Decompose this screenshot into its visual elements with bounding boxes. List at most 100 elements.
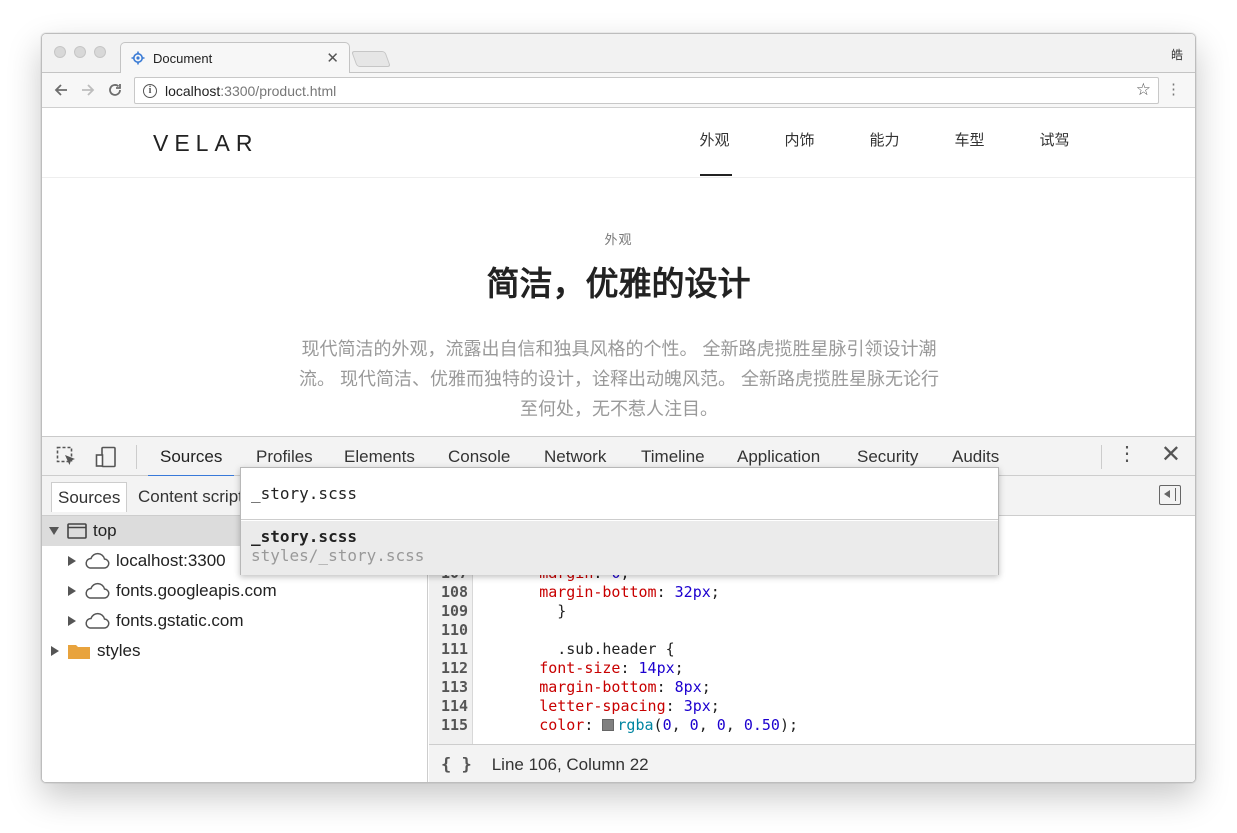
- nav-item-interior[interactable]: 内饰: [757, 108, 842, 176]
- code-line: 113 margin-bottom: 8px;: [429, 678, 1195, 697]
- page-viewport: VELAR 外观 内饰 能力 车型 试驾 外观 简洁，优雅的设计 现代简洁的外观…: [42, 108, 1195, 436]
- code-text: }: [485, 602, 567, 620]
- toolbar-separator: [1101, 445, 1102, 469]
- tab-strip: Document ✕ 皓: [42, 34, 1195, 73]
- tab-close-icon[interactable]: ✕: [326, 51, 339, 66]
- css-number: 0: [662, 716, 672, 734]
- zoom-window-button[interactable]: [94, 46, 106, 58]
- back-arrow-icon[interactable]: [51, 80, 71, 100]
- css-property: letter-spacing: [539, 697, 666, 715]
- result-title: _story.scss: [251, 527, 357, 546]
- code-line: 108 margin-bottom: 32px;: [429, 583, 1195, 602]
- url-path: :3300/product.html: [220, 82, 337, 99]
- code-line: 110: [429, 621, 1195, 640]
- line-number: 113: [441, 678, 469, 696]
- tree-item-fonts-gstatic[interactable]: fonts.gstatic.com: [42, 606, 427, 636]
- line-number: 110: [441, 621, 469, 639]
- inspect-element-icon[interactable]: [56, 446, 78, 468]
- collapsed-triangle-icon[interactable]: [68, 556, 76, 566]
- devtools-close-icon[interactable]: ✕: [1161, 443, 1181, 467]
- toolbar-separator: [136, 445, 137, 469]
- profile-name[interactable]: 皓: [1171, 46, 1183, 63]
- browser-window: Document ✕ 皓 i localhost :3300/product.h…: [41, 33, 1196, 783]
- navigator-tab-content-scripts[interactable]: Content scripts: [132, 482, 257, 512]
- quick-open-input[interactable]: _story.scss: [241, 468, 998, 520]
- cloud-icon: [84, 582, 110, 600]
- code-line: 111 .sub.header {: [429, 640, 1195, 659]
- forward-arrow-icon[interactable]: [78, 80, 98, 100]
- section-eyebrow: 外观: [604, 232, 633, 247]
- css-value: 3px: [683, 697, 711, 715]
- editor-status-bar: { } Line 106, Column 22: [429, 744, 1195, 782]
- quick-open-dialog: _story.scss _story.scss styles/_story.sc…: [240, 467, 999, 575]
- tree-item-label: localhost:3300: [116, 551, 226, 570]
- cloud-icon: [84, 552, 110, 570]
- tree-item-label: top: [93, 521, 117, 540]
- frame-icon: [67, 523, 87, 539]
- pretty-print-button[interactable]: { }: [441, 755, 472, 775]
- css-number: 0: [716, 716, 726, 734]
- gear-favicon-icon: [131, 51, 145, 65]
- code-line: 115 color: rgba(0, 0, 0, 0.50);: [429, 716, 1195, 735]
- nav-item-test-drive[interactable]: 试驾: [1012, 108, 1097, 176]
- collapsed-triangle-icon[interactable]: [51, 646, 59, 656]
- tree-item-label: fonts.googleapis.com: [116, 581, 277, 600]
- css-number: 0.50: [743, 716, 780, 734]
- new-tab-button[interactable]: [351, 51, 391, 67]
- tree-item-fonts-googleapis[interactable]: fonts.googleapis.com: [42, 576, 427, 606]
- collapsed-triangle-icon[interactable]: [68, 616, 76, 626]
- quick-open-result[interactable]: _story.scss styles/_story.scss: [241, 521, 998, 575]
- expanded-triangle-icon[interactable]: [49, 527, 59, 535]
- code-text: margin-bottom: 32px;: [539, 583, 720, 601]
- line-number: 112: [441, 659, 469, 677]
- css-property: margin-bottom: [539, 583, 657, 601]
- devtools-menu-icon[interactable]: ⋮: [1117, 444, 1137, 464]
- line-number: 114: [441, 697, 469, 715]
- code-line: 112 font-size: 14px;: [429, 659, 1195, 678]
- cursor-position: Line 106, Column 22: [491, 754, 649, 774]
- nav-item-models[interactable]: 车型: [927, 108, 1012, 176]
- site-logo[interactable]: VELAR: [153, 130, 258, 157]
- bookmark-star-icon[interactable]: ☆: [1136, 80, 1151, 100]
- code-text: font-size: 14px;: [539, 659, 684, 677]
- collapsed-triangle-icon[interactable]: [68, 586, 76, 596]
- url-host: localhost: [165, 82, 221, 99]
- css-number: 0: [689, 716, 699, 734]
- section-headline: 简洁，优雅的设计: [486, 265, 751, 302]
- tree-item-label: fonts.gstatic.com: [116, 611, 244, 630]
- nav-item-capability[interactable]: 能力: [842, 108, 927, 176]
- browser-tab-document[interactable]: Document ✕: [120, 42, 350, 73]
- code-line: 114 letter-spacing: 3px;: [429, 697, 1195, 716]
- minimize-window-button[interactable]: [74, 46, 86, 58]
- color-swatch-icon[interactable]: [602, 719, 615, 731]
- tree-item-styles[interactable]: styles: [42, 636, 427, 666]
- close-window-button[interactable]: [54, 46, 66, 58]
- header-divider: [42, 177, 1195, 178]
- nav-item-exterior[interactable]: 外观: [672, 108, 757, 176]
- css-property: font-size: [539, 659, 621, 677]
- css-property: margin-bottom: [539, 678, 657, 696]
- line-number: 115: [441, 716, 469, 734]
- browser-toolbar: i localhost :3300/product.html ☆ ⋮: [42, 72, 1195, 108]
- reload-icon[interactable]: [105, 80, 125, 100]
- info-icon[interactable]: i: [143, 83, 157, 98]
- code-text: .sub.header {: [485, 640, 675, 658]
- address-bar[interactable]: i localhost :3300/product.html ☆: [134, 77, 1159, 104]
- line-number: 111: [441, 640, 469, 658]
- device-toolbar-icon[interactable]: [95, 446, 117, 468]
- folder-icon: [67, 642, 91, 660]
- browser-menu-icon[interactable]: ⋮: [1166, 82, 1181, 97]
- section-paragraph: 现代简洁的外观，流露出自信和独具风格的个性。 全新路虎揽胜星脉引领设计潮流。 现…: [299, 339, 939, 419]
- code-text: margin-bottom: 8px;: [539, 678, 711, 696]
- navigator-tab-sources[interactable]: Sources: [51, 482, 128, 512]
- css-value: 32px: [674, 583, 711, 601]
- code-text: letter-spacing: 3px;: [539, 697, 720, 715]
- css-function: rgba: [617, 716, 654, 734]
- site-nav: 外观 内饰 能力 车型 试驾: [672, 108, 1097, 176]
- code-text: color: rgba(0, 0, 0, 0.50);: [539, 716, 799, 734]
- css-value: 14px: [638, 659, 675, 677]
- devtools-tab-sources[interactable]: Sources: [147, 437, 235, 477]
- toggle-debugger-sidebar-icon[interactable]: [1159, 485, 1181, 505]
- result-path: styles/_story.scss: [251, 546, 425, 565]
